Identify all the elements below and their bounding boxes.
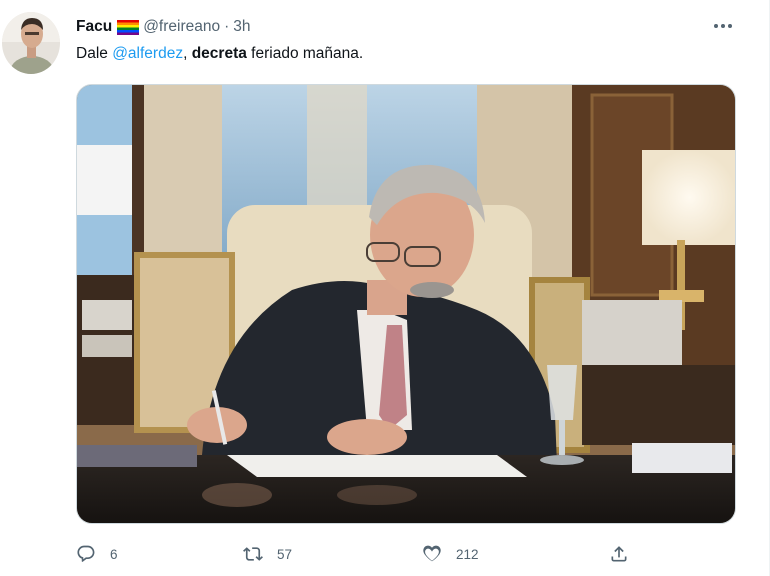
tweet-text-prefix: Dale [76, 45, 113, 62]
tweet-text: Dale @alferdez, decreta feriado mañana. [76, 45, 363, 63]
share-button[interactable] [609, 540, 629, 568]
tweet-header: Facu @freireano · 3h [76, 16, 251, 38]
retweet-icon [243, 547, 263, 561]
reply-icon [77, 545, 95, 562]
like-count: 212 [456, 546, 479, 562]
like-button[interactable]: 212 [422, 540, 479, 568]
share-icon [611, 546, 627, 562]
tweet-actions: 6 57 212 [76, 540, 656, 568]
handle[interactable]: @freireano [143, 18, 220, 36]
tweet-photo[interactable] [76, 84, 736, 524]
tweet-text-bold: decreta [191, 45, 247, 62]
avatar[interactable] [2, 12, 60, 74]
reply-button[interactable]: 6 [76, 540, 118, 568]
tweet-text-comma: , [183, 45, 192, 62]
heart-icon [423, 545, 441, 562]
tweet[interactable]: Facu @freireano · 3h Dale @alferdez, dec… [0, 0, 770, 576]
reply-count: 6 [110, 546, 118, 562]
separator: · [224, 18, 230, 35]
mention-link[interactable]: @alferdez [112, 45, 183, 62]
timestamp[interactable]: 3h [233, 18, 250, 36]
retweet-count: 57 [277, 546, 293, 562]
rainbow-flag-icon [117, 19, 140, 35]
display-name[interactable]: Facu [76, 18, 112, 36]
retweet-button[interactable]: 57 [243, 540, 292, 568]
tweet-text-suffix: feriado mañana. [246, 45, 364, 62]
more-horizontal-icon[interactable] [711, 14, 735, 38]
